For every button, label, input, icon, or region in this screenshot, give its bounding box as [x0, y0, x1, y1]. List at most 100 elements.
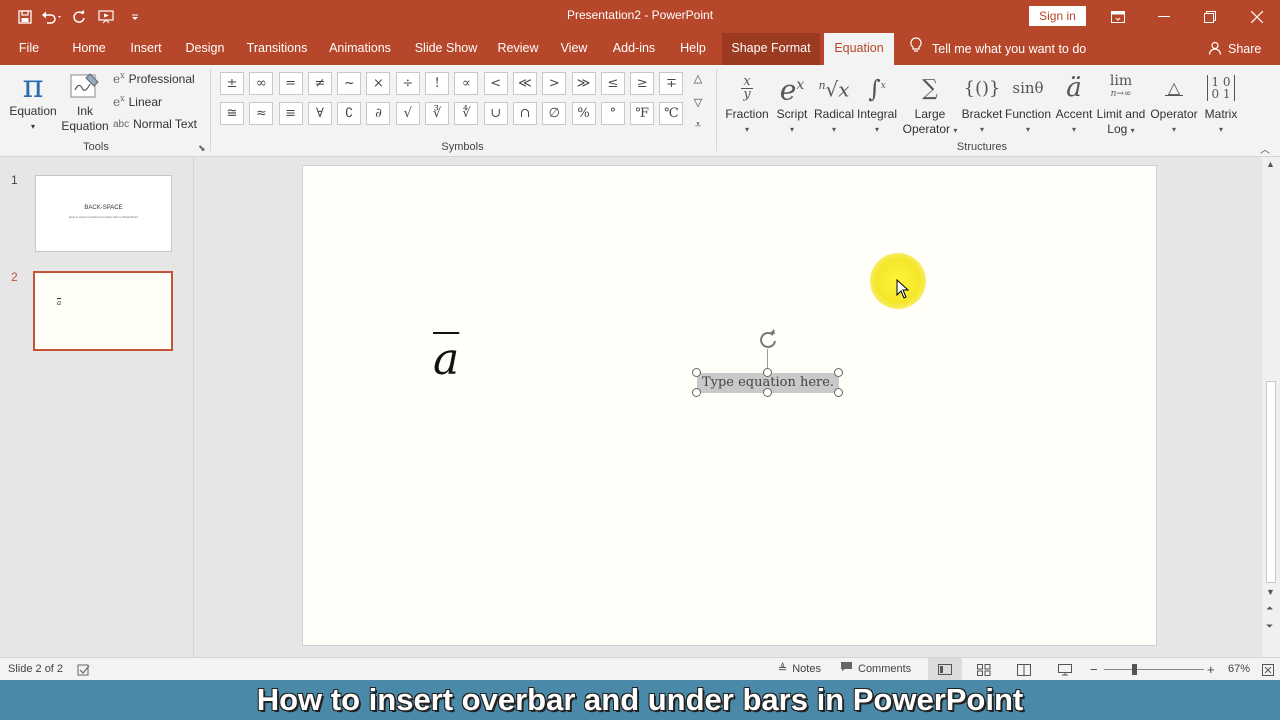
gallery-more-icon[interactable]: ⩡: [695, 119, 701, 132]
radical-button[interactable]: n√x Radical ▾: [812, 69, 856, 137]
symbol-button[interactable]: ≅: [220, 102, 244, 125]
tab-slide-show[interactable]: Slide Show: [410, 33, 482, 65]
symbol-button[interactable]: ∞: [249, 72, 274, 95]
symbol-button[interactable]: ∂: [366, 102, 391, 125]
symbol-button[interactable]: <: [483, 72, 508, 95]
fit-slide-icon[interactable]: [1262, 658, 1274, 681]
symbol-button[interactable]: °: [600, 102, 625, 125]
symbol-button[interactable]: ∓: [659, 72, 684, 95]
symbol-button[interactable]: ∁: [337, 102, 362, 125]
symbol-button[interactable]: ±: [220, 72, 244, 95]
linear-button[interactable]: ex Linear: [113, 94, 162, 109]
overbar-equation[interactable]: a: [433, 334, 459, 385]
tab-equation[interactable]: Equation: [824, 33, 894, 65]
symbol-button[interactable]: ≤: [600, 72, 625, 95]
operator-button[interactable]: △ Operator ▾: [1148, 69, 1200, 137]
tab-transitions[interactable]: Transitions: [242, 33, 312, 65]
gallery-down-icon[interactable]: ▽: [694, 96, 702, 109]
tab-help[interactable]: Help: [674, 33, 712, 65]
matrix-button[interactable]: 1 00 1 Matrix ▾: [1198, 69, 1244, 137]
sign-in-button[interactable]: Sign in: [1029, 6, 1086, 26]
symbol-button[interactable]: ℃: [659, 102, 684, 125]
integral-button[interactable]: ∫x Integral ▾: [854, 69, 900, 137]
bracket-button[interactable]: {()} Bracket ▾: [960, 69, 1004, 137]
tab-insert[interactable]: Insert: [124, 33, 168, 65]
zoom-in-icon[interactable]: +: [1207, 658, 1215, 681]
share-button[interactable]: Share: [1208, 33, 1261, 65]
symbol-button[interactable]: ≥: [630, 72, 655, 95]
zoom-slider[interactable]: [1104, 669, 1204, 670]
tab-home[interactable]: Home: [66, 33, 112, 65]
symbol-button[interactable]: ≪: [512, 72, 537, 95]
tab-review[interactable]: Review: [494, 33, 542, 65]
scroll-down-icon[interactable]: ▼: [1266, 587, 1275, 597]
dialog-launcher-icon[interactable]: ⬊: [198, 143, 206, 154]
collapse-ribbon-icon[interactable]: ︿: [1260, 141, 1270, 156]
resize-handle[interactable]: [834, 368, 843, 377]
symbol-button[interactable]: ≈: [249, 102, 274, 125]
zoom-out-icon[interactable]: −: [1090, 658, 1098, 681]
script-button[interactable]: ex Script ▾: [772, 69, 812, 137]
symbol-button[interactable]: ℉: [630, 102, 655, 125]
symbol-button[interactable]: ≫: [571, 72, 596, 95]
resize-handle[interactable]: [763, 368, 772, 377]
resize-handle[interactable]: [763, 388, 772, 397]
slide-thumbnail-2[interactable]: a: [33, 271, 173, 351]
symbol-button[interactable]: ≠: [307, 72, 332, 95]
tab-view[interactable]: View: [554, 33, 594, 65]
scroll-thumb[interactable]: [1266, 381, 1276, 583]
large-operator-button[interactable]: ∑ Large Operator ▾: [900, 69, 960, 138]
slide-thumbnail-1[interactable]: BACK-SPACE How to insert overbar and und…: [35, 175, 172, 252]
gallery-up-icon[interactable]: △: [694, 72, 702, 85]
tab-shape-format[interactable]: Shape Format: [722, 33, 820, 65]
next-slide-icon[interactable]: ⏷: [1266, 621, 1273, 632]
symbol-button[interactable]: ~: [337, 72, 362, 95]
symbol-button[interactable]: ∛: [425, 102, 450, 125]
tab-animations[interactable]: Animations: [324, 33, 396, 65]
rotate-handle-icon[interactable]: [758, 329, 778, 349]
tab-add-ins[interactable]: Add-ins: [606, 33, 662, 65]
close-icon[interactable]: [1234, 0, 1280, 33]
restore-icon[interactable]: [1187, 0, 1233, 33]
symbol-button[interactable]: ÷: [395, 72, 420, 95]
symbol-button[interactable]: ∅: [542, 102, 567, 125]
symbol-button[interactable]: ∜: [454, 102, 479, 125]
symbol-button[interactable]: ∪: [483, 102, 508, 125]
symbol-button[interactable]: %: [571, 102, 596, 125]
symbol-button[interactable]: ≡: [278, 102, 303, 125]
notes-button[interactable]: ≜ Notes: [778, 658, 821, 681]
symbol-button[interactable]: ∝: [454, 72, 479, 95]
minimize-icon[interactable]: [1141, 0, 1187, 33]
accent-button[interactable]: ä Accent ▾: [1052, 69, 1096, 137]
tell-me-search[interactable]: Tell me what you want to do: [910, 33, 1086, 65]
slide-show-icon[interactable]: [1058, 658, 1072, 681]
symbol-button[interactable]: ∩: [512, 102, 537, 125]
zoom-slider-thumb[interactable]: [1132, 664, 1137, 675]
slide-sorter-icon[interactable]: [977, 658, 991, 681]
vertical-scrollbar[interactable]: ▲ ▼ ⏶ ⏷: [1262, 157, 1280, 657]
symbol-button[interactable]: !: [425, 72, 450, 95]
previous-slide-icon[interactable]: ⏶: [1266, 603, 1273, 614]
scroll-up-icon[interactable]: ▲: [1266, 159, 1275, 169]
ink-equation-button[interactable]: Ink Equation: [60, 68, 110, 134]
tab-design[interactable]: Design: [180, 33, 230, 65]
symbol-button[interactable]: =: [278, 72, 303, 95]
resize-handle[interactable]: [834, 388, 843, 397]
ribbon-display-options-icon[interactable]: [1095, 0, 1141, 33]
symbol-button[interactable]: ×: [366, 72, 391, 95]
normal-view-icon[interactable]: [928, 658, 962, 681]
slide-2[interactable]: a: [302, 165, 1157, 646]
resize-handle[interactable]: [692, 368, 701, 377]
symbol-button[interactable]: ∀: [307, 102, 332, 125]
function-button[interactable]: sinθ Function ▾: [1004, 69, 1052, 137]
spelling-check-icon[interactable]: [77, 658, 91, 681]
comments-button[interactable]: Comments: [840, 658, 911, 681]
equation-button[interactable]: π Equation ▾: [6, 68, 60, 134]
professional-button[interactable]: ex Professional: [113, 71, 195, 86]
symbol-button[interactable]: >: [542, 72, 567, 95]
limit-and-log-button[interactable]: lim n→∞ Limit and Log ▾: [1094, 69, 1148, 138]
normal-text-button[interactable]: abc Normal Text: [113, 117, 197, 131]
fraction-button[interactable]: xy Fraction ▾: [724, 69, 770, 137]
zoom-level[interactable]: 67%: [1228, 658, 1250, 681]
reading-view-icon[interactable]: [1017, 658, 1031, 681]
